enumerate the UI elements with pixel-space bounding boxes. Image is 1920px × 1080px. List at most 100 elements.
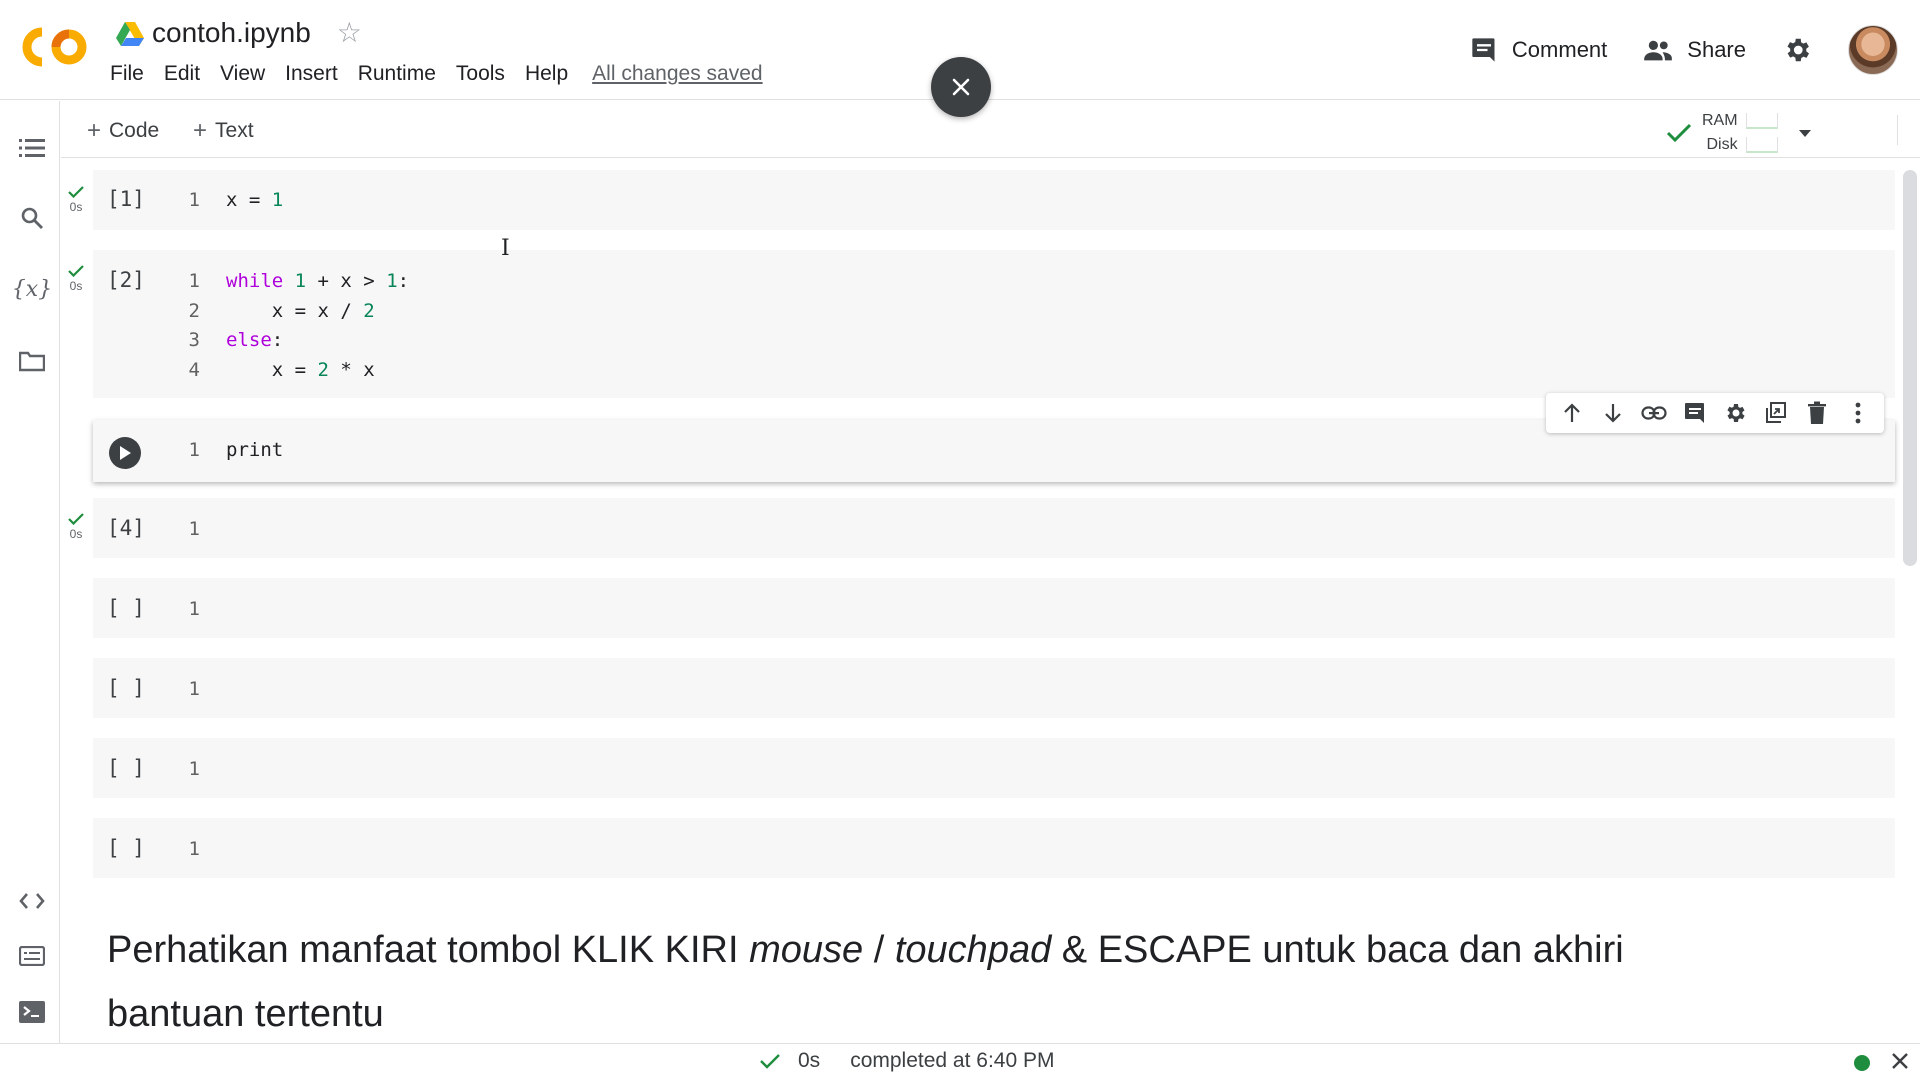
comment-label: Comment xyxy=(1511,37,1608,62)
code-cell[interactable]: [ ] 1 xyxy=(93,818,1895,878)
code-line[interactable]: print xyxy=(226,439,283,461)
check-icon xyxy=(68,186,84,198)
resource-monitor[interactable]: RAM Disk xyxy=(1666,109,1812,157)
line-number: 3 xyxy=(188,329,200,351)
menu-tools[interactable]: Tools xyxy=(456,62,505,86)
folder-icon[interactable] xyxy=(18,347,46,375)
check-icon xyxy=(68,513,84,525)
line-number: 2 xyxy=(188,300,200,322)
code-cell[interactable]: [4] 1 xyxy=(93,498,1895,558)
text-run-italic: touchpad xyxy=(894,929,1052,971)
colab-logo[interactable] xyxy=(20,24,88,70)
code-token-number: 2 xyxy=(317,359,329,381)
star-icon[interactable]: ☆ xyxy=(337,19,362,47)
user-avatar[interactable] xyxy=(1848,25,1898,75)
mirror-cell-icon[interactable] xyxy=(1763,400,1789,426)
settings-icon[interactable] xyxy=(1722,400,1748,426)
code-token: * x xyxy=(328,359,375,381)
code-token: + x > xyxy=(306,270,387,292)
line-number: 1 xyxy=(188,189,200,211)
line-number: 1 xyxy=(188,270,200,292)
code-cell[interactable]: [ ] 1 xyxy=(93,658,1895,718)
variables-icon[interactable]: {𝑥} xyxy=(12,275,52,303)
more-vert-icon[interactable] xyxy=(1845,400,1871,426)
status-bar: 0s completed at 6:40 PM xyxy=(0,1043,1920,1080)
people-icon xyxy=(1644,40,1673,61)
code-cell[interactable]: [ ] 1 xyxy=(93,738,1895,798)
save-status-link[interactable]: All changes saved xyxy=(592,62,762,86)
menu-runtime[interactable]: Runtime xyxy=(358,62,436,86)
left-sidebar: {𝑥} xyxy=(0,101,60,1043)
search-icon[interactable] xyxy=(18,204,46,232)
exec-time: 0s xyxy=(69,200,83,214)
caret-down-icon[interactable] xyxy=(1798,128,1812,138)
comment-icon xyxy=(1472,38,1495,62)
code-token: x = xyxy=(226,189,272,211)
disk-label: Disk xyxy=(1706,136,1738,153)
line-number: 1 xyxy=(188,518,200,540)
exec-count: [ ] xyxy=(107,756,145,780)
link-icon[interactable] xyxy=(1641,400,1667,426)
check-icon xyxy=(760,1054,780,1069)
code-line[interactable]: x = x / 2 xyxy=(226,300,375,322)
vertical-scrollbar[interactable] xyxy=(1903,170,1917,566)
close-tooltip-button[interactable] xyxy=(931,57,991,117)
cell-exec-status: 0s xyxy=(66,186,86,214)
code-snippets-icon[interactable] xyxy=(18,887,46,915)
menu-insert[interactable]: Insert xyxy=(285,62,338,86)
line-number: 1 xyxy=(188,838,200,860)
menu-help[interactable]: Help xyxy=(525,62,568,86)
line-number: 1 xyxy=(188,598,200,620)
code-cell[interactable]: [2] 1 2 3 4 while 1 + x > 1: x = x / 2 e… xyxy=(93,250,1895,398)
comment-icon[interactable] xyxy=(1682,400,1708,426)
text-cursor-icon: I xyxy=(501,236,510,261)
exec-time: 0s xyxy=(69,527,83,541)
ram-usage-bar xyxy=(1745,113,1778,129)
comment-button[interactable]: Comment xyxy=(1470,36,1607,64)
close-icon xyxy=(952,78,970,96)
code-cell[interactable]: [ ] 1 xyxy=(93,578,1895,638)
line-number: 1 xyxy=(188,758,200,780)
command-palette-icon[interactable] xyxy=(18,942,46,970)
table-of-contents-icon[interactable] xyxy=(18,134,46,162)
cell-exec-status: 0s xyxy=(66,513,86,541)
share-button[interactable]: Share xyxy=(1643,36,1746,64)
code-cell[interactable]: [1] 1 x = 1 xyxy=(93,170,1895,230)
exec-count: [ ] xyxy=(107,676,145,700)
terminal-icon[interactable] xyxy=(18,998,46,1026)
run-cell-button[interactable] xyxy=(109,437,141,469)
google-drive-icon[interactable] xyxy=(116,20,144,46)
menu-file[interactable]: File xyxy=(110,62,144,86)
code-line[interactable]: x = 1 xyxy=(226,189,283,211)
add-text-button[interactable]: + Text xyxy=(193,117,254,145)
cell-toolbar xyxy=(1546,393,1884,433)
plus-icon: + xyxy=(87,117,102,144)
menu-edit[interactable]: Edit xyxy=(164,62,200,86)
cell-exec-status: 0s xyxy=(66,265,86,293)
menu-view[interactable]: View xyxy=(220,62,265,86)
exec-count: [2] xyxy=(107,268,145,292)
line-number: 1 xyxy=(188,678,200,700)
code-line[interactable]: else: xyxy=(226,329,283,351)
code-token-number: 1 xyxy=(294,270,307,292)
settings-gear-icon[interactable] xyxy=(1782,35,1812,65)
code-token-keyword: else xyxy=(226,329,272,351)
toolbar-divider xyxy=(1897,115,1898,145)
move-down-icon[interactable] xyxy=(1600,400,1626,426)
text-run: / xyxy=(863,929,895,971)
markdown-text-cell[interactable]: Perhatikan manfaat tombol KLIK KIRI mous… xyxy=(107,918,1667,1046)
add-code-button[interactable]: + Code xyxy=(87,117,159,145)
code-token: x = xyxy=(226,359,318,381)
code-line[interactable]: while 1 + x > 1: xyxy=(226,270,409,292)
notebook-toolbar: + Code + Text RAM Disk xyxy=(61,101,1920,158)
notebook-title[interactable]: contoh.ipynb xyxy=(152,17,311,49)
code-token-number: 2 xyxy=(363,300,375,322)
code-token-number: 1 xyxy=(271,189,284,211)
plus-icon: + xyxy=(193,117,208,144)
move-up-icon[interactable] xyxy=(1559,400,1585,426)
code-line[interactable]: x = 2 * x xyxy=(226,359,375,381)
delete-icon[interactable] xyxy=(1804,400,1830,426)
close-icon[interactable] xyxy=(1891,1052,1909,1070)
share-label: Share xyxy=(1687,37,1746,62)
text-run-italic: mouse xyxy=(749,929,864,971)
